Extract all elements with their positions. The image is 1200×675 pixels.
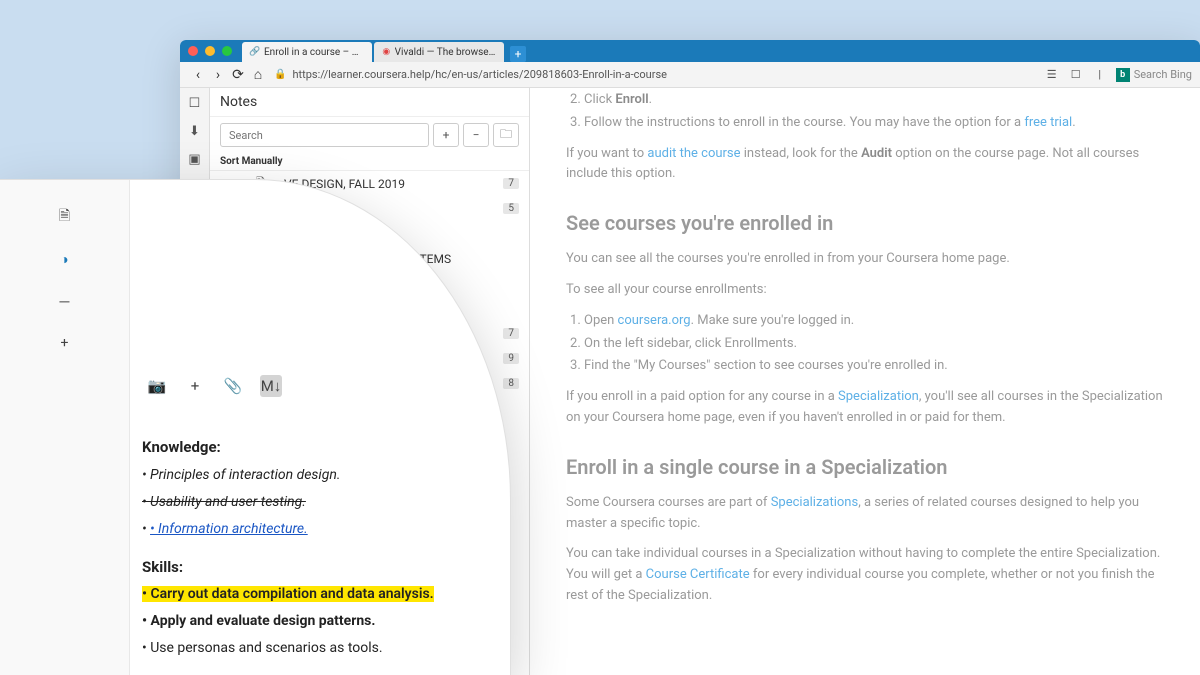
free-trial-link[interactable]: free trial [1024,115,1072,130]
lock-icon: 🔒 [274,69,286,80]
reload-button[interactable]: ⟳ [228,65,248,85]
notes-panel-icon[interactable]: ▣ [186,150,204,168]
minimize-window-button[interactable] [205,46,215,56]
tab-label: Vivaldi — The browser that [395,47,496,58]
camera-icon[interactable]: 📷 [146,375,168,397]
address-bar: ‹ › ⟳ ⌂ 🔒 https://learner.coursera.help/… [180,62,1200,88]
back-button[interactable]: ‹ [188,65,208,85]
step-item: Click Enroll. [584,90,1164,111]
forward-button[interactable]: › [208,65,228,85]
browser-tab-inactive[interactable]: ◉ Vivaldi — The browser that [374,42,504,62]
count-badge: 9 [503,353,519,364]
notes-panel-title: Notes [210,88,529,117]
add-panel-icon[interactable]: + [56,334,74,352]
section-heading: Enroll in a single course in a Specializ… [566,451,1164,483]
count-badge: 7 [503,328,519,339]
article-paragraph: You can take individual courses in a Spe… [566,544,1164,606]
step-item: On the left sidebar, click Enrollments. [584,334,1164,355]
notes-search-input[interactable] [220,123,429,147]
downloads-panel-icon[interactable]: ⬇ [186,122,204,140]
article-paragraph: If you want to audit the course instead,… [566,144,1164,186]
tab-strip: 🔗 Enroll in a course – Course ◉ Vivaldi … [242,40,526,62]
reader-view-icon[interactable]: ☰ [1044,67,1060,83]
url-text: https://learner.coursera.help/hc/en-us/a… [292,68,667,81]
bookmark-icon[interactable]: ☐ [1068,67,1084,83]
knowledge-heading: Knowledge: [142,436,498,459]
remove-note-button[interactable]: − [463,123,489,147]
step-item: Follow the instructions to enroll in the… [584,113,1164,134]
notes-search-row: + − 🗀 [210,117,529,153]
skills-heading: Skills: [142,556,498,579]
maximize-window-button[interactable] [222,46,232,56]
coursera-favicon-icon: 🔗 [250,47,260,57]
add-note-button[interactable]: + [433,123,459,147]
step-item: Open coursera.org. Make sure you're logg… [584,311,1164,332]
bing-icon: b [1116,68,1130,82]
notes-sort-label[interactable]: Sort Manually [210,153,529,171]
attachment-icon[interactable]: 📎 [222,375,244,397]
note-line-highlighted: • Carry out data compilation and data an… [142,584,498,605]
page-panel-icon[interactable]: 🗎 [56,208,74,226]
web-panel-icon[interactable]: ◑ [56,250,74,268]
bookmarks-panel-icon[interactable]: ☐ [186,94,204,112]
count-badge: 7 [503,178,519,189]
url-field[interactable]: 🔒 https://learner.coursera.help/hc/en-us… [274,65,1038,85]
article-paragraph: Some Coursera courses are part of Specia… [566,493,1164,535]
close-window-button[interactable] [188,46,198,56]
note-line: • Use personas and scenarios as tools. [142,638,498,659]
note-line: • Principles of interaction design. [142,465,498,486]
add-icon[interactable]: + [184,375,206,397]
section-heading: See courses you're enrolled in [566,207,1164,239]
editor-toolbar: 📷 + 📎 M↓ [130,375,298,397]
article-content: Click Enroll. Follow the instructions to… [530,88,1200,675]
divider-icon: | [1092,67,1108,83]
article-paragraph: To see all your course enrollments: [566,280,1164,301]
markdown-toggle-icon[interactable]: M↓ [260,375,282,397]
browser-tab-active[interactable]: 🔗 Enroll in a course – Course [242,42,372,62]
tab-label: Enroll in a course – Course [264,47,364,58]
vivaldi-favicon-icon: ◉ [382,47,391,57]
course-certificate-link[interactable]: Course Certificate [646,567,750,582]
audit-course-link[interactable]: audit the course [647,146,740,161]
new-folder-button[interactable]: 🗀 [493,123,519,147]
note-editor-content[interactable]: Knowledge: • Principles of interaction d… [130,420,510,675]
note-line-strike: • Usability and user testing. [142,492,498,513]
magnifier-side-panel: 🗎 ◑ ─ + [0,180,130,675]
new-tab-button[interactable]: + [510,46,526,62]
coursera-link[interactable]: coursera.org [618,313,691,328]
search-engine-box[interactable]: b Search Bing [1116,68,1192,82]
specializations-link[interactable]: Specializations [771,495,859,510]
title-bar: 🔗 Enroll in a course – Course ◉ Vivaldi … [180,40,1200,62]
note-line-bold: • Apply and evaluate design patterns. [142,611,498,632]
note-line-link: • • Information architecture. [142,519,498,540]
home-button[interactable]: ⌂ [248,65,268,85]
count-badge: 8 [503,378,519,389]
specialization-link[interactable]: Specialization [838,389,919,404]
divider-icon: ─ [56,292,74,310]
count-badge: 5 [503,203,519,214]
step-item: Find the "My Courses" section to see cou… [584,356,1164,377]
window-controls [188,46,232,56]
address-right-tools: ☰ ☐ | b Search Bing [1044,67,1192,83]
article-paragraph: You can see all the courses you're enrol… [566,249,1164,270]
article-paragraph: If you enroll in a paid option for any c… [566,387,1164,429]
search-placeholder: Search Bing [1134,68,1192,81]
